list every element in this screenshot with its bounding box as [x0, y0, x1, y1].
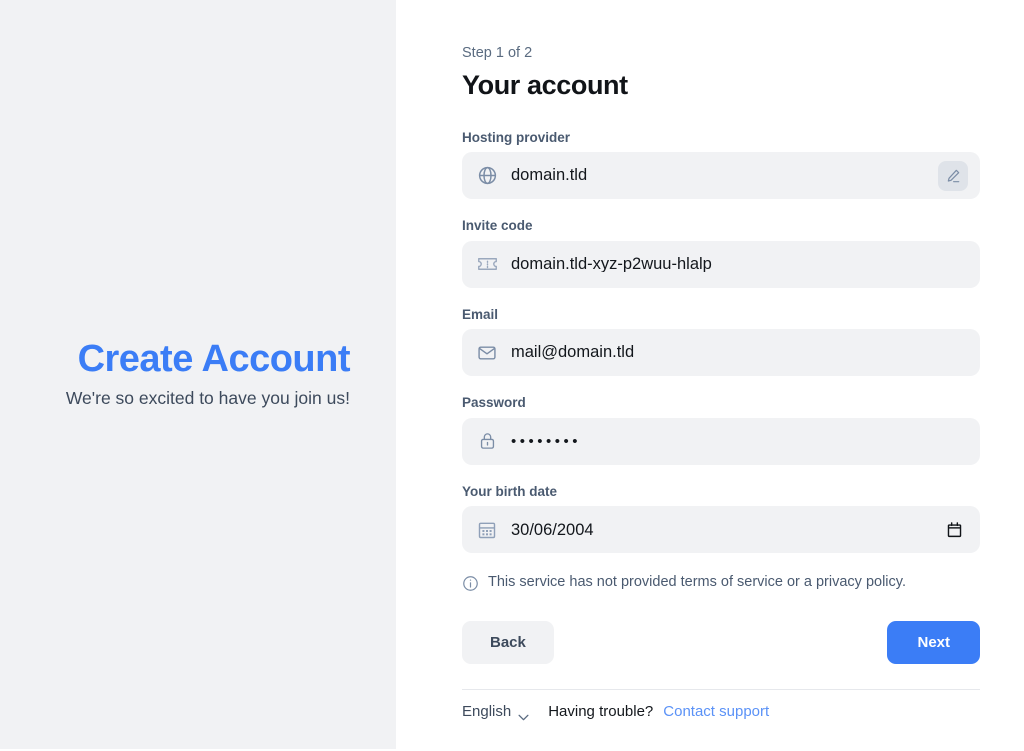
- step-indicator: Step 1 of 2: [462, 44, 980, 63]
- password-value: ••••••••: [511, 434, 968, 449]
- email-input[interactable]: mail@domain.tld: [462, 329, 980, 376]
- signup-page: Create Account We're so excited to have …: [0, 0, 1024, 751]
- invite-code-value: domain.tld-xyz-p2wuu-hlalp: [511, 256, 968, 273]
- password-label: Password: [462, 394, 980, 412]
- language-label: English: [462, 704, 511, 719]
- brand-title: Create Account: [40, 338, 350, 381]
- password-input[interactable]: ••••••••: [462, 418, 980, 465]
- terms-notice-text: This service has not provided terms of s…: [488, 573, 906, 593]
- form-actions: Back Next: [462, 621, 980, 664]
- hosting-provider-label: Hosting provider: [462, 129, 980, 147]
- chevron-down-icon: [518, 708, 529, 715]
- spacer: [462, 473, 980, 483]
- birth-date-value: 30/06/2004: [511, 522, 944, 539]
- terms-notice: This service has not provided terms of s…: [462, 573, 980, 593]
- field-email: Email mail@domain.tld: [462, 306, 980, 377]
- date-picker-icon[interactable]: [944, 520, 964, 540]
- invite-code-input[interactable]: domain.tld-xyz-p2wuu-hlalp: [462, 241, 980, 288]
- envelope-icon: [476, 342, 498, 364]
- email-value: mail@domain.tld: [511, 344, 968, 361]
- hosting-provider-input[interactable]: domain.tld: [462, 152, 980, 199]
- brand-panel: Create Account We're so excited to have …: [0, 0, 396, 749]
- back-button[interactable]: Back: [462, 621, 554, 664]
- next-button[interactable]: Next: [887, 621, 980, 664]
- birth-date-input[interactable]: 30/06/2004: [462, 506, 980, 553]
- field-password: Password ••••••••: [462, 394, 980, 465]
- lock-icon: [476, 430, 498, 452]
- hosting-provider-value: domain.tld: [511, 167, 938, 184]
- field-invite-code: Invite code domain.tld-xyz-p2wuu-hlalp: [462, 217, 980, 288]
- ticket-icon: [476, 253, 498, 275]
- language-selector[interactable]: English: [462, 704, 529, 719]
- footer: English Having trouble? Contact support: [462, 690, 980, 719]
- brand-subtitle: We're so excited to have you join us!: [40, 386, 350, 411]
- signup-form-panel: Step 1 of 2 Your account Hosting provide…: [396, 0, 1024, 751]
- info-circle-icon: [462, 575, 479, 592]
- page-title: Your account: [462, 69, 980, 103]
- invite-code-label: Invite code: [462, 217, 980, 235]
- field-hosting-provider: Hosting provider domain.tld: [462, 129, 980, 200]
- spacer: [462, 384, 980, 394]
- globe-icon: [476, 165, 498, 187]
- help-text: Having trouble?: [548, 704, 653, 719]
- calendar-icon: [476, 519, 498, 541]
- birth-date-label: Your birth date: [462, 483, 980, 501]
- pencil-edit-icon[interactable]: [938, 161, 968, 191]
- spacer: [462, 296, 980, 306]
- form-container: Step 1 of 2 Your account Hosting provide…: [462, 44, 980, 719]
- contact-support-link[interactable]: Contact support: [663, 704, 769, 719]
- field-birth-date: Your birth date: [462, 483, 980, 554]
- email-label: Email: [462, 306, 980, 324]
- spacer: [462, 207, 980, 217]
